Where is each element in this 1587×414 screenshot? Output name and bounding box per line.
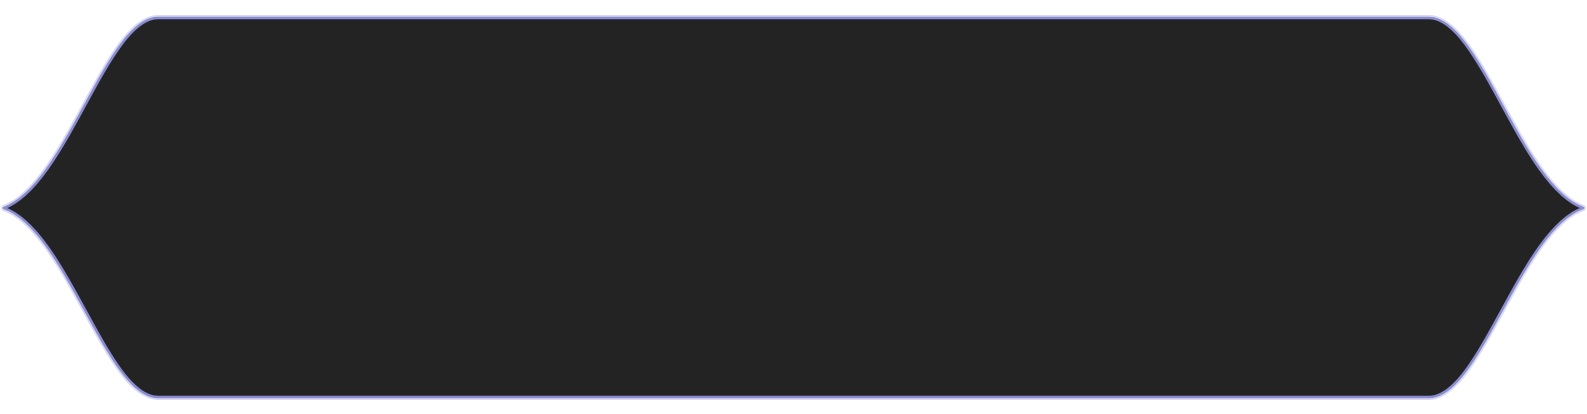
panel-body xyxy=(2,16,1585,399)
ui-stage xyxy=(0,0,1587,414)
hexagonal-banner-panel xyxy=(1,15,1586,400)
